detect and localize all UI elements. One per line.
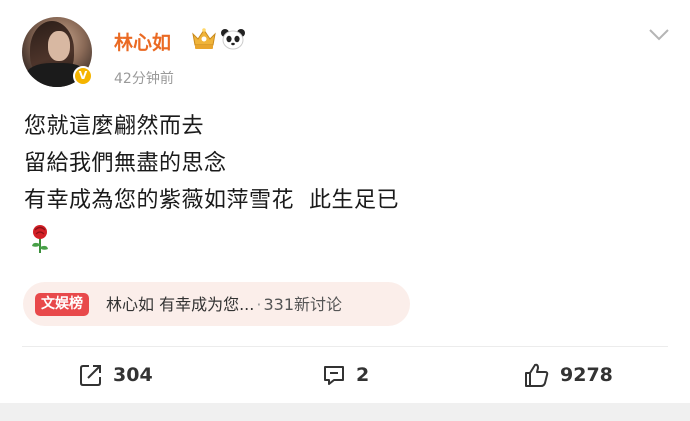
avatar-face [48, 31, 70, 61]
thumbs-up-icon [525, 363, 549, 387]
repost-count: 304 [113, 364, 153, 386]
rose-icon [32, 225, 48, 253]
repost-icon [80, 365, 101, 386]
post-timestamp: 42分钟前 [114, 71, 174, 87]
comment-count: 2 [356, 364, 370, 386]
topic-title: 林心如 有幸成为您... [106, 295, 255, 314]
panda-icon [221, 29, 245, 50]
repost-button[interactable]: 304 [79, 361, 153, 389]
topic-badge: 文娱榜 [35, 293, 89, 316]
chevron-down-icon[interactable] [648, 28, 670, 42]
topic-discussion-count: 331新讨论 [263, 295, 342, 314]
post-text: 您就這麼翩然而去 留給我們無盡的思念 有幸成為您的紫薇如萍雪花 此生足已 [24, 108, 399, 219]
post-text-line: 您就這麼翩然而去 [24, 114, 205, 139]
post-text-line: 有幸成為您的紫薇如萍雪花 此生足已 [24, 188, 399, 213]
verified-badge-icon: V [73, 66, 93, 86]
crown-icon [192, 28, 216, 49]
like-button[interactable]: 9278 [524, 361, 613, 389]
bottom-band [0, 403, 690, 421]
like-count: 9278 [560, 364, 613, 386]
post-text-line: 留給我們無盡的思念 [24, 151, 227, 176]
comment-icon [324, 366, 344, 385]
topic-separator: · [256, 295, 262, 314]
topic-pill[interactable]: 文娱榜 林心如 有幸成为您... · 331新讨论 [23, 282, 410, 326]
comment-button[interactable]: 2 [322, 361, 369, 389]
weibo-post-card: V 林心如 42分钟前 您就這麼翩然而去 留給我們無盡的思念 有幸成為您的紫薇如… [0, 0, 690, 421]
author-name[interactable]: 林心如 [114, 28, 171, 55]
divider [22, 346, 668, 347]
topic-text: 林心如 有幸成为您... · 331新讨论 [106, 294, 342, 315]
